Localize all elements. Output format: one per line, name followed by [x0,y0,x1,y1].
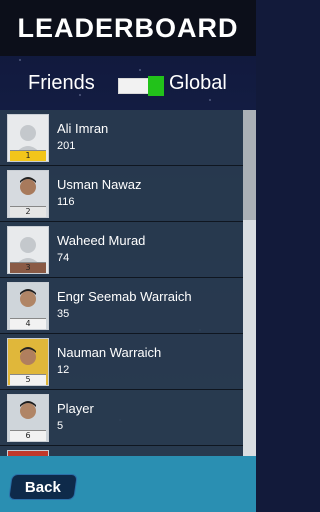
scrollbar-thumb[interactable] [243,110,256,220]
player-name: Ali Imran [57,121,109,136]
rank-badge: 4 [10,318,46,329]
rank-badge: 1 [10,150,46,161]
switch-knob[interactable] [148,76,164,96]
rank-badge: 2 [10,206,46,217]
player-name: Player [57,401,94,416]
table-row-partial[interactable] [0,446,243,456]
player-name: Engr Seemab Warraich [57,289,192,304]
leaderboard-list[interactable]: 1 Ali Imran 201 2 Usman Nawaz 116 3 Wahe… [0,110,256,456]
player-name: Waheed Murad [57,233,146,248]
toggle-global-label[interactable]: Global [169,72,227,95]
title-bar: LEADERBOARD [0,0,256,56]
avatar: 4 [7,282,49,330]
player-score: 5 [57,420,64,432]
player-score: 116 [57,196,75,208]
table-row[interactable]: 1 Ali Imran 201 [0,110,243,166]
back-button[interactable]: Back [8,474,78,500]
avatar: 3 [7,226,49,274]
scope-toggle-row: Friends Global [0,66,256,102]
rank-badge: 5 [10,374,46,385]
rank-badge: 6 [10,430,46,441]
player-name: Usman Nawaz [57,177,142,192]
player-score: 74 [57,252,70,264]
player-name: Nauman Warraich [57,345,162,360]
avatar: 6 [7,394,49,442]
table-row[interactable]: 5 Nauman Warraich 12 [0,334,243,390]
player-score: 201 [57,140,76,152]
back-button-label: Back [25,478,61,496]
rank-badge: 3 [10,262,46,273]
bottom-bar: Back [0,456,256,512]
table-row[interactable]: 4 Engr Seemab Warraich 35 [0,278,243,334]
table-row[interactable]: 3 Waheed Murad 74 [0,222,243,278]
table-row[interactable]: 6 Player 5 [0,390,243,446]
player-score: 35 [57,308,70,320]
avatar: 1 [7,114,49,162]
page-title: LEADERBOARD [17,12,239,43]
table-row[interactable]: 2 Usman Nawaz 116 [0,166,243,222]
scope-switch[interactable] [118,76,164,96]
player-score: 12 [57,364,70,376]
toggle-friends-label[interactable]: Friends [28,72,95,95]
avatar: 5 [7,338,49,386]
avatar: 2 [7,170,49,218]
